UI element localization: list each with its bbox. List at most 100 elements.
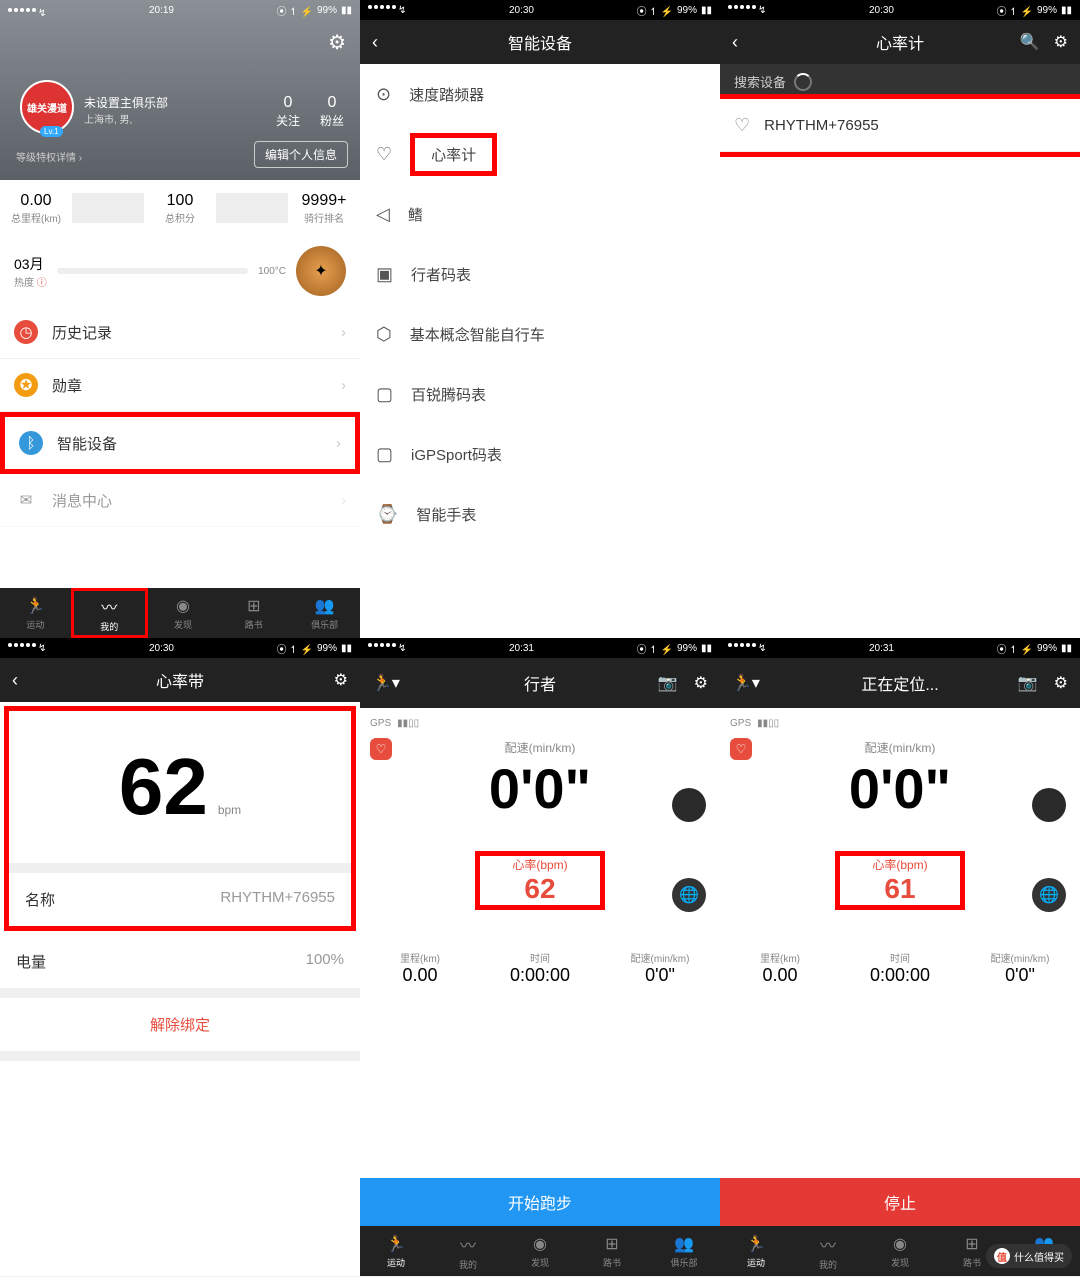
- bpm-display: 62bpm: [9, 711, 351, 863]
- heart-icon: ♡: [376, 144, 392, 165]
- edit-profile-button[interactable]: 编辑个人信息: [254, 141, 348, 168]
- nav-bar: 🏃▾ 行者 📷 ⚙: [360, 658, 720, 708]
- heat-row: 03月热度 ⓘ 100°C ✦: [0, 236, 360, 306]
- tab-sport[interactable]: 🏃运动: [0, 588, 71, 638]
- hr-block: 心率(bpm)62: [475, 851, 605, 910]
- tab-mine[interactable]: 〰我的: [792, 1226, 864, 1276]
- unbind-button[interactable]: 解除绑定: [0, 998, 360, 1051]
- level-link[interactable]: 等级特权详情 ›: [16, 149, 82, 164]
- nav-bar: ‹ 智能设备: [360, 20, 720, 64]
- spinner-icon: [794, 73, 812, 91]
- back-button[interactable]: ‹: [12, 670, 18, 691]
- tab-bar: 🏃运动 〰我的 ◉发现 ⊞路书 👥俱乐部: [360, 1226, 720, 1276]
- profile-hero: ↯ 20:19 ⦿ ↿ ⚡99%▮▮ ⚙ 雄关漫道 Lv.1 未设置主俱乐部 上…: [0, 0, 360, 180]
- nav-bar: 🏃▾ 正在定位... 📷 ⚙: [720, 658, 1080, 708]
- signal-icon: ▮▮▯▯: [397, 718, 419, 729]
- screen-locating: ↯20:31⦿ ↿ ⚡ 99% ▮▮ 🏃▾ 正在定位... 📷⚙ GPS▮▮▯▯…: [720, 638, 1080, 1276]
- menu-history[interactable]: ◷历史记录›: [0, 306, 360, 359]
- device-cadence[interactable]: ⊙速度踏频器: [360, 64, 720, 124]
- clock-icon: ◷: [14, 320, 38, 344]
- hr-badge-icon[interactable]: ♡: [730, 738, 752, 760]
- device-xz[interactable]: ▣行者码表: [360, 244, 720, 304]
- heart-icon: ♡: [734, 115, 750, 136]
- tab-bar: 🏃运动 〰我的 ◉发现 ⊞路书 👥俱乐部: [0, 588, 360, 638]
- found-device[interactable]: ♡RHYTHM+76955: [720, 99, 1080, 152]
- tab-mine[interactable]: 〰我的: [432, 1226, 504, 1276]
- meter-icon: ▣: [376, 264, 393, 285]
- bike-icon: ⬡: [376, 324, 392, 345]
- status-time: 20:19: [149, 5, 174, 16]
- device-fin[interactable]: ◁鳍: [360, 184, 720, 244]
- mode-button[interactable]: 🏃▾: [732, 673, 760, 693]
- settings-icon[interactable]: ⚙: [1054, 673, 1068, 693]
- bluetooth-icon: ᛒ: [19, 431, 43, 455]
- help-icon[interactable]: ⓘ: [37, 278, 47, 289]
- nav-bar: ‹ 心率带 ⚙: [0, 658, 360, 702]
- tab-discover[interactable]: ◉发现: [148, 588, 219, 638]
- device-igps[interactable]: ▢iGPSport码表: [360, 424, 720, 484]
- tab-club[interactable]: 👥俱乐部: [289, 588, 360, 638]
- tab-discover[interactable]: ◉发现: [504, 1226, 576, 1276]
- heat-badge-icon: ✦: [296, 246, 346, 296]
- page-title: 行者: [524, 671, 556, 695]
- igps-icon: ▢: [376, 444, 393, 465]
- stat-row: 0.00总里程(km) 100总积分 9999+骑行排名: [0, 180, 360, 236]
- tab-route[interactable]: ⊞路书: [576, 1226, 648, 1276]
- device-name-row: 名称RHYTHM+76955: [9, 873, 351, 926]
- compass-icon[interactable]: [1032, 788, 1066, 822]
- tab-sport[interactable]: 🏃运动: [360, 1226, 432, 1276]
- tab-sport[interactable]: 🏃运动: [720, 1226, 792, 1276]
- tab-club[interactable]: 👥俱乐部: [648, 1226, 720, 1276]
- fin-icon: ◁: [376, 204, 390, 225]
- mode-button[interactable]: 🏃▾: [372, 673, 400, 693]
- page-title: 智能设备: [508, 30, 572, 54]
- search-icon[interactable]: 🔍: [1020, 32, 1040, 52]
- nav-bar: ‹ 心率计 🔍 ⚙: [720, 20, 1080, 64]
- page-title: 心率带: [156, 668, 204, 692]
- smzdm-watermark: 值什么值得买: [986, 1244, 1072, 1268]
- device-hr[interactable]: ♡心率计: [360, 124, 720, 184]
- battery-row: 电量100%: [0, 935, 360, 988]
- screen-hr-band: ↯20:30⦿ ↿ ⚡ 99% ▮▮ ‹ 心率带 ⚙ 62bpm 名称RHYTH…: [0, 638, 360, 1276]
- device-bryton[interactable]: ▢百锐腾码表: [360, 364, 720, 424]
- camera-icon[interactable]: 📷: [1018, 673, 1038, 693]
- globe-icon[interactable]: 🌐: [672, 878, 706, 912]
- user-info: 未设置主俱乐部 上海市, 男,: [84, 94, 168, 126]
- back-button[interactable]: ‹: [372, 32, 378, 53]
- globe-icon[interactable]: 🌐: [1032, 878, 1066, 912]
- page-title: 正在定位...: [861, 671, 938, 695]
- screen-run: ↯20:31⦿ ↿ ⚡ 99% ▮▮ 🏃▾ 行者 📷⚙ GPS▮▮▯▯ ♡ 🌐 …: [360, 638, 720, 1276]
- bryton-icon: ▢: [376, 384, 393, 405]
- back-button[interactable]: ‹: [732, 32, 738, 53]
- settings-icon[interactable]: ⚙: [328, 30, 346, 55]
- signal-icon: ▮▮▯▯: [757, 718, 779, 729]
- level-badge: Lv.1: [40, 126, 63, 137]
- device-watch[interactable]: ⌚智能手表: [360, 484, 720, 544]
- hr-badge-icon[interactable]: ♡: [370, 738, 392, 760]
- settings-icon[interactable]: ⚙: [1054, 32, 1068, 52]
- page-title: 心率计: [876, 30, 924, 54]
- watch-icon: ⌚: [376, 504, 398, 525]
- camera-icon[interactable]: 📷: [658, 673, 678, 693]
- hr-block: 心率(bpm)61: [835, 851, 965, 910]
- start-button[interactable]: 开始跑步: [360, 1178, 720, 1226]
- menu-medal[interactable]: ✪勋章›: [0, 359, 360, 412]
- tab-mine[interactable]: 〰我的: [71, 588, 148, 638]
- hero-stats: 0关注 0粉丝: [276, 94, 344, 129]
- settings-icon[interactable]: ⚙: [694, 673, 708, 693]
- screen-profile: ↯ 20:19 ⦿ ↿ ⚡99%▮▮ ⚙ 雄关漫道 Lv.1 未设置主俱乐部 上…: [0, 0, 360, 638]
- cadence-icon: ⊙: [376, 84, 391, 105]
- menu-messages[interactable]: ✉消息中心›: [0, 474, 360, 527]
- tab-route[interactable]: ⊞路书: [218, 588, 289, 638]
- screen-devices: ↯20:30⦿ ↿ ⚡ 99% ▮▮ ‹ 智能设备 ⊙速度踏频器 ♡心率计 ◁鳍…: [360, 0, 720, 638]
- screen-hr-scan: ↯20:30⦿ ↿ ⚡ 99% ▮▮ ‹ 心率计 🔍⚙ 搜索设备 ♡RHYTHM…: [720, 0, 1080, 638]
- medal-icon: ✪: [14, 373, 38, 397]
- status-bar: ↯ 20:19 ⦿ ↿ ⚡99%▮▮: [0, 0, 360, 20]
- stop-button[interactable]: 停止: [720, 1178, 1080, 1226]
- compass-icon[interactable]: [672, 788, 706, 822]
- menu-smart-device[interactable]: ᛒ智能设备›: [0, 412, 360, 474]
- settings-icon[interactable]: ⚙: [334, 670, 348, 690]
- tab-discover[interactable]: ◉发现: [864, 1226, 936, 1276]
- device-bike[interactable]: ⬡基本概念智能自行车: [360, 304, 720, 364]
- message-icon: ✉: [14, 488, 38, 512]
